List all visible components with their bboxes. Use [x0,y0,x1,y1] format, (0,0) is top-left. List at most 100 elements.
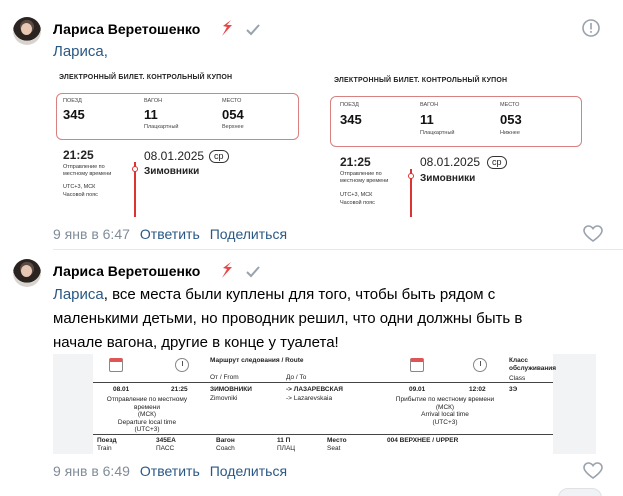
rule [93,382,553,383]
train-value: 345 [340,112,362,127]
car-value: 11 [144,107,158,122]
departure-note-utc: (UTC+3) [134,426,160,433]
mention-link[interactable]: Лариса [53,286,104,303]
seat-label: МЕСТО [222,98,242,104]
arrival-time: 12:02 [469,386,486,393]
car-en: Coach [216,445,235,452]
arrival-date: 09.01 [409,386,426,393]
rule [93,434,553,435]
car-type: Плацкартный [420,130,455,136]
mention-link[interactable]: Лариса, [53,43,108,60]
departure-note: Отправление по местному времени [63,164,112,177]
comment-footer: 9 янв в 6:47 Ответить Поделиться [53,226,287,242]
author-name[interactable]: Лариса Веретошенко [53,263,200,279]
scroll-button[interactable] [558,488,602,496]
avatar[interactable] [13,17,41,45]
ticket-title: ЭЛЕКТРОННЫЙ БИЛЕТ. КОНТРОЛЬНЫЙ КУПОН [59,74,233,81]
calendar-icon [109,358,123,372]
route-dot [132,166,138,172]
departure-time: 21:25 [63,148,94,162]
like-icon[interactable] [583,462,603,480]
departure-note-msk: (МСК) [137,411,157,418]
seat-type: Нижнее [500,130,520,136]
departure-note-en: Departure local time [117,418,177,426]
timezone: UTC+3, МСК [340,192,373,198]
station-name: Зимовники [144,166,200,177]
train-label: ПОЕЗД [340,102,359,108]
train-sub: ПАСС [156,445,175,452]
comment-divider [53,249,623,250]
comment-text: Лариса, все места были куплены для того,… [53,283,613,355]
departure-date: 08.01.2025 [420,155,481,169]
train-value: 345ЕА [156,437,176,444]
share-button[interactable]: Поделиться [210,463,287,479]
clock-icon [175,358,189,372]
arrival-note-ru: Прибытие по местному времени [395,396,495,403]
class-value: 3Э [509,386,518,393]
departure-time: 21:25 [340,155,371,169]
comment-1: Лариса Веретошенко Лариса, ЭЛЕКТРОННЫЙ Б… [0,0,623,250]
share-button[interactable]: Поделиться [210,226,287,242]
departure-date: 08.01.2025 [144,149,205,163]
seat-en: Seat [327,445,341,452]
reply-button[interactable]: Ответить [140,463,200,479]
ticket-image-1[interactable]: ЭЛЕКТРОННЫЙ БИЛЕТ. КОНТРОЛЬНЫЙ КУПОН ПОЕ… [53,67,315,217]
comment-date[interactable]: 9 янв в 6:49 [53,463,130,479]
reply-button[interactable]: Ответить [140,226,200,242]
verified-icon [222,20,232,36]
arrival-note: Прибытие по местному времени (МСК) Arriv… [395,396,495,426]
route-ticket-image[interactable]: Маршрут следования / Route От / From До … [53,354,596,454]
seat-value: 054 [222,107,244,122]
to-station-en: -> Lazarevskaia [286,395,333,402]
car-sub: ПЛАЦ [277,445,296,452]
to-station: -> ЛАЗАРЕВСКАЯ [286,386,343,393]
departure-note-ru: Отправление по местному времени [106,396,188,411]
weekday-badge: ср [209,150,229,163]
arrival-note-utc: (UTC+3) [432,418,458,426]
train-en: Train [97,445,112,452]
arrival-note-msk: (МСК) [435,403,455,411]
check-icon [246,266,260,278]
from-label: От / From [210,374,239,381]
avatar[interactable] [13,259,41,287]
route-dot [408,173,414,179]
clock-icon [473,358,487,372]
from-station-en: Zimovniki [210,395,238,402]
train-label: Поезд [97,437,117,444]
ticket-title: ЭЛЕКТРОННЫЙ БИЛЕТ. КОНТРОЛЬНЫЙ КУПОН [334,77,508,84]
like-icon[interactable] [583,225,603,243]
departure-note: Отправление по местному времени [340,171,389,184]
to-label: До / To [286,374,307,381]
train-value: 345 [63,107,85,122]
departure-date: 08.01 [113,386,130,393]
check-icon [246,24,260,36]
seat-value: 053 [500,112,522,127]
car-label: Вагон [216,437,235,444]
car-value: 11 [420,112,434,127]
seat-label: МЕСТО [500,102,520,108]
car-label: ВАГОН [420,102,439,108]
station-name: Зимовники [420,173,476,184]
car-label: ВАГОН [144,98,163,104]
arrival-note-en: Arrival local time [421,411,469,418]
seat-value: 004 ВЕРХНЕЕ / UPPER [387,437,459,444]
verified-icon [222,262,232,278]
comment-date[interactable]: 9 янв в 6:47 [53,226,130,242]
departure-time: 21:25 [171,386,188,393]
report-icon[interactable] [581,18,601,38]
train-label: ПОЕЗД [63,98,82,104]
ticket-image-2[interactable]: ЭЛЕКТРОННЫЙ БИЛЕТ. КОНТРОЛЬНЫЙ КУПОН ПОЕ… [320,67,594,217]
seat-label: Место [327,437,347,444]
calendar-icon [410,358,424,372]
car-type: Плацкартный [144,124,179,130]
comment-text-line-3: начале вагона, другие в конце у туалета! [53,334,339,351]
comment-text-line-2: маленькими детьми, но проводник решил, ч… [53,310,523,327]
author-name[interactable]: Лариса Веретошенко [53,21,200,37]
weekday-badge: ср [487,156,507,169]
timezone-label: Часовой пояс [340,200,375,206]
class-label: Класс обслуживания [509,357,557,372]
route-header: Маршрут следования / Route [210,357,304,364]
timezone: UTC+3, МСК [63,184,96,190]
ticket-box [330,96,582,147]
from-station: ЗИМОВНИКИ [210,386,252,393]
